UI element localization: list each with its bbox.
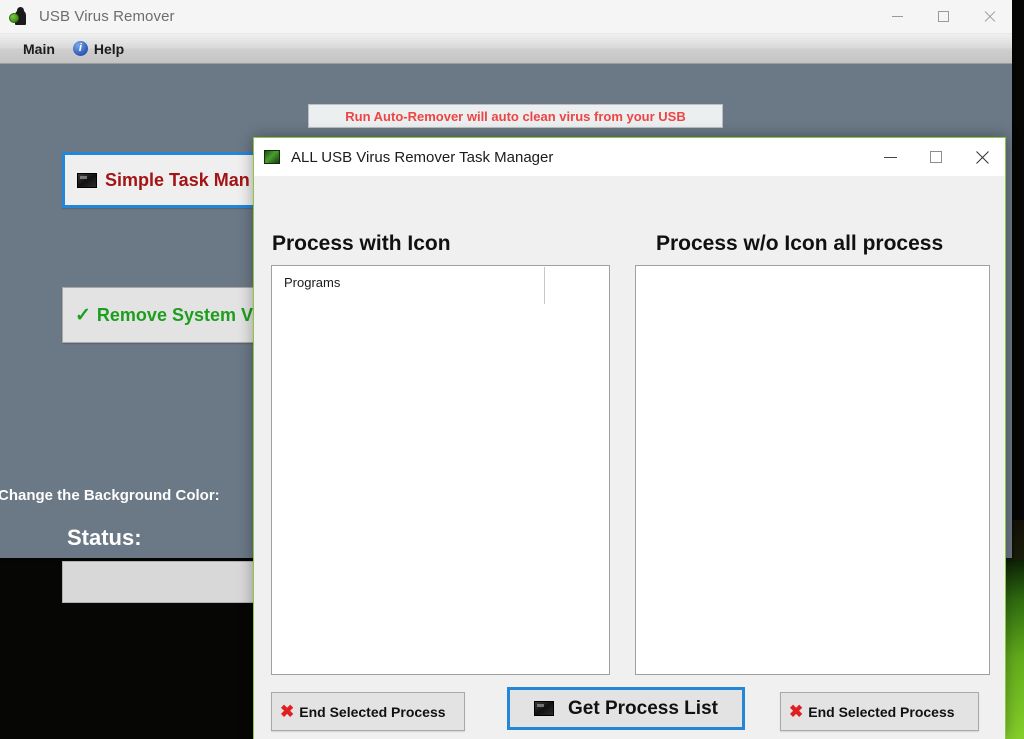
main-window-controls [874, 0, 1012, 33]
info-icon: i [72, 41, 88, 56]
dialog-title: ALL USB Virus Remover Task Manager [291, 148, 554, 166]
screen: USB Virus Remover Main i Help Run Auto-R… [0, 0, 1024, 739]
dialog-close-icon[interactable] [959, 138, 1005, 176]
menu-item-main-label: Main [23, 40, 55, 57]
status-label: Status: [67, 525, 142, 550]
remove-system-virus-label: Remove System V [96, 304, 253, 325]
get-process-list-label: Get Process List [568, 697, 718, 719]
end-selected-process-right-label: End Selected Process [808, 703, 955, 720]
menu-item-main[interactable]: Main [14, 38, 64, 60]
checkmark-icon: ✓ [75, 304, 91, 326]
main-window-title: USB Virus Remover [39, 8, 175, 25]
menu-item-help[interactable]: i Help [64, 38, 133, 60]
monitor-icon [534, 701, 555, 716]
end-selected-process-left-button[interactable]: ✖ End Selected Process [271, 692, 465, 731]
process-without-icon-listbox[interactable] [635, 265, 990, 675]
dialog-minimize-icon[interactable] [867, 138, 913, 176]
task-manager-icon [264, 150, 280, 164]
red-x-icon: ✖ [280, 702, 295, 721]
maximize-icon[interactable] [920, 0, 966, 33]
auto-remover-banner: Run Auto-Remover will auto clean virus f… [308, 104, 723, 128]
monitor-icon [77, 172, 97, 188]
menu-item-help-label: Help [93, 40, 125, 57]
simple-task-manager-label: Simple Task Man [105, 169, 250, 190]
minimize-icon[interactable] [874, 0, 920, 33]
background-color-label: Change the Background Color: [0, 487, 220, 504]
end-selected-process-right-button[interactable]: ✖ End Selected Process [780, 692, 979, 731]
process-with-icon-listbox[interactable]: Programs [271, 265, 610, 675]
end-selected-process-left-label: End Selected Process [299, 703, 446, 720]
dialog-window-controls [867, 138, 1005, 176]
column-divider[interactable] [544, 267, 545, 304]
main-menubar: Main i Help [0, 34, 1012, 64]
process-list-column-header: Programs [272, 266, 609, 304]
process-with-icon-heading: Process with Icon [272, 232, 451, 255]
close-icon[interactable] [966, 0, 1012, 33]
main-titlebar: USB Virus Remover [0, 0, 1012, 34]
process-without-icon-heading: Process w/o Icon all process [656, 232, 944, 255]
dialog-maximize-icon[interactable] [913, 138, 959, 176]
red-x-icon: ✖ [789, 702, 804, 721]
usb-virus-remover-app-icon [8, 6, 30, 28]
dialog-titlebar: ALL USB Virus Remover Task Manager [254, 138, 1005, 176]
dialog-body: Process with Icon Process w/o Icon all p… [254, 176, 1005, 739]
task-manager-dialog: ALL USB Virus Remover Task Manager Proce… [253, 137, 1006, 739]
get-process-list-button[interactable]: Get Process List [507, 687, 745, 730]
column-header-programs: Programs [284, 275, 341, 290]
